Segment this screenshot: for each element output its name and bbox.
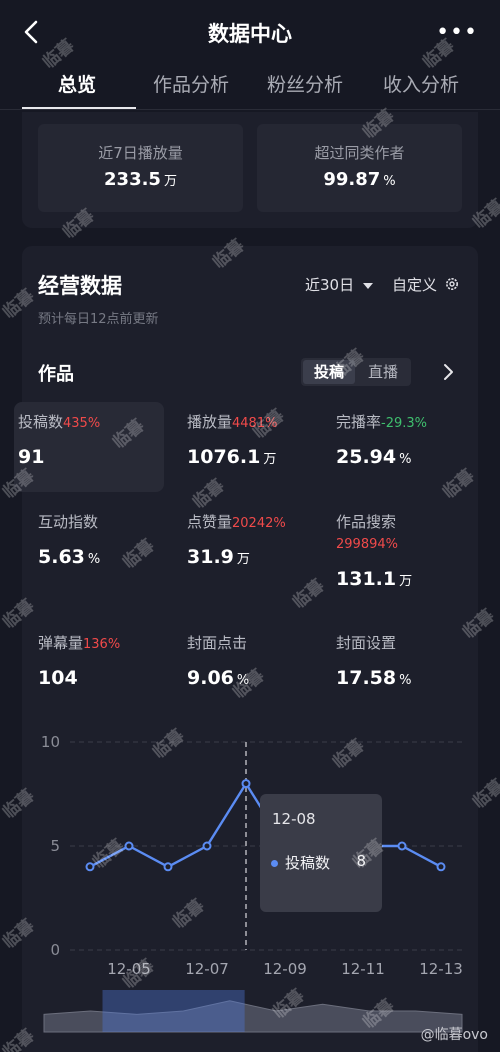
summary-label: 近7日播放量 (98, 144, 183, 162)
metric-cover-settings[interactable]: 封面设置 17.58% (332, 623, 482, 713)
summary-card-rank[interactable]: 超过同类作者 99.87% (257, 124, 462, 212)
operations-panel: 经营数据 预计每日12点前更新 近30日 自定义 作品 投稿 直播 投稿数435… (14, 246, 478, 1052)
metric-label: 作品搜索 299894% (336, 513, 398, 552)
metric-value: 1076.1 万 (187, 446, 277, 468)
date-range-dropdown[interactable]: 近30日 (305, 274, 374, 295)
data-point (436, 862, 446, 872)
gear-icon (445, 278, 458, 290)
metric-plays[interactable]: 播放量4481% 1076.1 万 (183, 402, 333, 492)
x-tick-label: 12-05 (107, 960, 151, 978)
metric-label: 点赞量20242% (187, 513, 286, 531)
summary-section: 近7日播放量 233.5 万 超过同类作者 99.87% (22, 112, 478, 228)
caret-down-icon (362, 282, 373, 289)
date-range-label: 近30日 (305, 276, 355, 294)
summary-label: 超过同类作者 (314, 144, 405, 162)
metric-value: 91 (18, 446, 45, 468)
active-tab-indicator (22, 107, 136, 109)
metric-post-count[interactable]: 投稿数435% 91 (14, 402, 164, 492)
custom-range-button[interactable]: 自定义 (392, 274, 460, 295)
works-title: 作品 (38, 364, 74, 385)
metric-completion-rate[interactable]: 完播率-29.3% 25.94% (332, 402, 482, 492)
data-point (202, 841, 212, 851)
segment-live[interactable]: 直播 (357, 360, 409, 384)
summary-value: 233.5 万 (104, 169, 177, 190)
trend-line-chart[interactable]: 0 5 10 12-05 12-07 12-09 12-11 12-13 (22, 726, 478, 1052)
x-tick-label: 12-07 (185, 960, 229, 978)
section-title: 经营数据 (38, 274, 122, 298)
tooltip-date: 12-08 (272, 810, 316, 828)
metric-danmaku[interactable]: 弹幕量136% 104 (34, 623, 184, 713)
chevron-right-icon[interactable] (440, 362, 456, 382)
tab-fans-analysis[interactable]: 粉丝分析 (267, 70, 343, 97)
y-tick-label: 10 (41, 733, 60, 751)
credit-text: @临暮ovo (420, 1027, 488, 1043)
metric-value: 9.06% (187, 667, 250, 689)
metric-label: 互动指数 (38, 513, 99, 531)
metric-label: 封面设置 (336, 634, 397, 652)
data-point (85, 862, 95, 872)
metric-work-search[interactable]: 作品搜索 299894% 131.1 万 (332, 502, 482, 612)
series-dot-icon (271, 860, 278, 867)
data-point (397, 841, 407, 851)
metric-cover-clicks[interactable]: 封面点击 9.06% (183, 623, 333, 713)
x-tick-label: 12-09 (263, 960, 307, 978)
segment-posts[interactable]: 投稿 (303, 360, 355, 384)
metric-label: 投稿数435% (18, 413, 101, 431)
summary-value: 99.87% (323, 169, 396, 190)
x-tick-label: 12-13 (419, 960, 463, 978)
summary-card-plays[interactable]: 近7日播放量 233.5 万 (38, 124, 243, 212)
metric-value: 131.1 万 (336, 568, 413, 590)
y-tick-label: 5 (50, 837, 60, 855)
metric-label: 完播率-29.3% (336, 413, 428, 431)
tooltip-value: 8 (356, 852, 366, 870)
metric-label: 封面点击 (187, 634, 248, 652)
tab-income-analysis[interactable]: 收入分析 (383, 70, 459, 97)
data-point (163, 862, 173, 872)
tab-bar: 总览 作品分析 粉丝分析 收入分析 (0, 62, 500, 110)
metric-likes[interactable]: 点赞量20242% 31.9 万 (183, 502, 333, 592)
custom-range-label: 自定义 (392, 276, 438, 294)
metric-label: 播放量4481% (187, 413, 278, 431)
x-tick-label: 12-11 (341, 960, 385, 978)
y-tick-label: 0 (50, 941, 60, 959)
metric-value: 5.63% (38, 546, 101, 568)
tab-overview[interactable]: 总览 (58, 70, 96, 97)
metric-value: 104 (38, 667, 78, 689)
section-subtitle: 预计每日12点前更新 (38, 312, 159, 327)
metric-value: 17.58% (336, 667, 412, 689)
metric-value: 31.9 万 (187, 546, 250, 568)
content-type-switch: 投稿 直播 (301, 358, 411, 386)
metric-value: 25.94% (336, 446, 412, 468)
page-title: 数据中心 (208, 22, 292, 46)
more-options-icon[interactable]: ••• (436, 20, 478, 45)
metric-interaction-index[interactable]: 互动指数 5.63% (34, 502, 184, 592)
overview-window (102, 990, 245, 1032)
top-bar: 数据中心 ••• (0, 0, 500, 64)
metric-label: 弹幕量136% (38, 634, 121, 652)
chart-tooltip: 12-08 投稿数 8 (260, 794, 382, 912)
data-point (124, 841, 134, 851)
tab-works-analysis[interactable]: 作品分析 (153, 70, 229, 97)
data-point (241, 779, 251, 789)
tooltip-series-name: 投稿数 (285, 854, 331, 872)
